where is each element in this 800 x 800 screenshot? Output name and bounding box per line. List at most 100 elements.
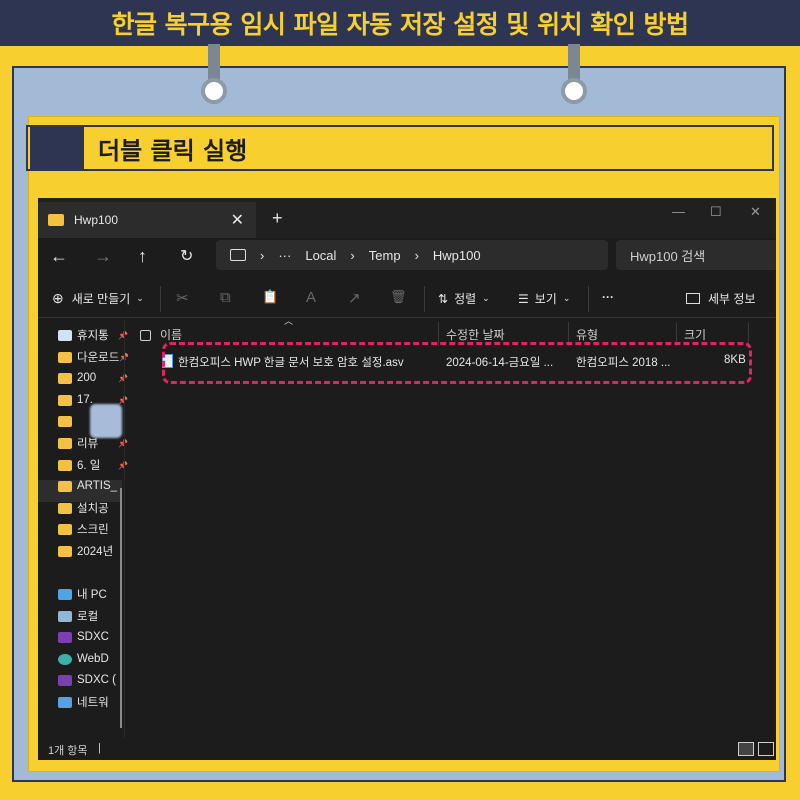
sidebar-item-sdxc[interactable]: SDXC: [58, 628, 128, 646]
column-label: 이름: [160, 327, 183, 342]
tab-hwp100[interactable]: Hwp100 ✕: [38, 202, 256, 238]
recycle-bin-icon: [58, 329, 72, 341]
refresh-button[interactable]: ↻: [180, 246, 193, 266]
column-header-name[interactable]: 이름: [160, 324, 182, 344]
cut-icon[interactable]: ✂: [176, 289, 189, 307]
column-header-type[interactable]: 유형: [576, 324, 598, 344]
rename-icon[interactable]: A: [306, 289, 316, 306]
banner-title: 한글 복구용 임시 파일 자동 저장 설정 및 위치 확인 방법: [111, 10, 689, 39]
copy-icon[interactable]: ⧉: [220, 289, 231, 306]
sidebar-item-artis[interactable]: ARTIS_: [58, 477, 128, 495]
details-pane-icon: [686, 293, 700, 304]
share-icon[interactable]: ↗: [348, 289, 361, 307]
folder-icon: [48, 214, 64, 226]
ring-right-icon: [561, 78, 587, 104]
chevron-down-icon: ⌄: [136, 293, 144, 303]
paste-icon[interactable]: 📋: [262, 289, 278, 305]
folder-icon: [58, 502, 72, 514]
view-icon: ☰: [518, 291, 529, 306]
tab-close-icon[interactable]: ✕: [231, 210, 244, 230]
new-tab-button[interactable]: +: [272, 208, 283, 229]
hook-right: [568, 44, 580, 80]
ring-left-icon: [201, 78, 227, 104]
breadcrumb-local[interactable]: Local: [305, 248, 336, 263]
sidebar-item-this-pc[interactable]: 내 PC: [58, 585, 128, 603]
sidebar-item-install[interactable]: 설치공: [58, 499, 128, 517]
sidebar-scrollbar[interactable]: [120, 488, 122, 728]
folder-icon: [58, 523, 72, 535]
title-bar: Hwp100 ✕ + — ☐ ✕: [38, 198, 776, 238]
folder-icon: [58, 351, 72, 363]
new-button[interactable]: ⊕ 새로 만들기 ⌄: [52, 290, 144, 307]
thumbnail-view-button[interactable]: [758, 742, 774, 756]
sidebar-item-webdav[interactable]: WebD: [58, 650, 128, 668]
breadcrumb-sep: ›: [260, 247, 265, 263]
folder-icon: [58, 480, 72, 492]
sd-card-icon: [58, 631, 72, 643]
webdav-icon: [58, 653, 72, 665]
toolbar-divider: [160, 286, 161, 312]
view-label: 보기: [534, 292, 557, 306]
sort-button[interactable]: ⇅ 정렬 ⌄: [438, 290, 490, 307]
sort-caret-icon: ︿: [284, 316, 294, 326]
address-bar[interactable]: › ··· Local › Temp › Hwp100: [216, 240, 608, 270]
more-options-button[interactable]: ···: [602, 290, 614, 304]
sort-icon: ⇅: [438, 291, 449, 306]
plus-circle-icon: ⊕: [52, 290, 64, 306]
computer-icon: [58, 588, 72, 600]
status-count: 1개 항목: [48, 745, 88, 757]
explorer-window: Hwp100 ✕ + — ☐ ✕ ← → ↑ ↻ › ··· Local › T…: [38, 198, 776, 760]
sidebar-item-label: 다운로드: [77, 352, 120, 364]
breadcrumb-overflow[interactable]: ···: [278, 248, 291, 263]
maximize-button[interactable]: ☐: [710, 204, 722, 220]
sidebar-item-label: 내 PC: [77, 589, 107, 601]
breadcrumb-temp[interactable]: Temp: [369, 248, 401, 263]
chevron-down-icon: ⌄: [562, 293, 571, 303]
view-button[interactable]: ☰ 보기 ⌄: [518, 290, 570, 307]
sidebar-item-label: SDXC: [77, 631, 109, 643]
minimize-button[interactable]: —: [672, 204, 685, 219]
back-button[interactable]: ←: [50, 246, 68, 267]
toolbar-divider: [424, 286, 425, 312]
sidebar-item-screenshots[interactable]: 스크린: [58, 520, 128, 538]
up-button[interactable]: ↑: [138, 246, 147, 267]
sidebar-item-2024[interactable]: 2024년: [58, 542, 128, 560]
hook-left: [208, 44, 220, 80]
breadcrumb-hwp100[interactable]: Hwp100: [433, 248, 481, 263]
sidebar-item-label: 로컬: [77, 611, 99, 623]
search-placeholder: Hwp100 검색: [630, 248, 706, 264]
breadcrumb-sep: ›: [350, 247, 355, 263]
search-input[interactable]: Hwp100 검색: [616, 240, 776, 270]
subheading-marker: [30, 127, 84, 169]
details-view-button[interactable]: [738, 742, 754, 756]
sidebar-item-label: 설치공: [77, 503, 109, 515]
sidebar-item-label: 17.: [77, 394, 93, 406]
status-cursor: |: [98, 742, 101, 754]
subheading-text: 더블 클릭 실행: [98, 136, 248, 165]
pane-divider: [124, 320, 125, 738]
sidebar-item-6[interactable]: 6. 일📌: [58, 456, 128, 474]
sidebar-item-label: 2024년: [77, 546, 114, 558]
column-header-size[interactable]: 크기: [684, 324, 706, 344]
sidebar-item-label: 200: [77, 372, 97, 384]
sidebar-item-recycle[interactable]: 휴지통📌: [58, 326, 128, 344]
delete-icon[interactable]: 🗑: [390, 289, 407, 305]
details-pane-button[interactable]: 세부 정보: [686, 290, 756, 307]
folder-icon: [58, 415, 72, 427]
sidebar-item-network[interactable]: 네트워: [58, 693, 128, 711]
column-header-date[interactable]: 수정한 날짜: [446, 324, 505, 344]
sidebar-item-label: 휴지통: [77, 330, 109, 342]
toolbar-divider: [588, 286, 589, 312]
computer-icon: [230, 249, 246, 261]
chevron-down-icon: ⌄: [482, 293, 490, 303]
window-close-button[interactable]: ✕: [750, 204, 761, 220]
sidebar-item-sdxc-2[interactable]: SDXC (: [58, 671, 128, 689]
sidebar-item-200[interactable]: 200📌: [58, 369, 128, 387]
sidebar-item-downloads[interactable]: 다운로드📌: [58, 348, 128, 366]
sidebar-item-local-disk[interactable]: 로컬: [58, 607, 128, 625]
select-all-checkbox[interactable]: [140, 330, 151, 341]
forward-button[interactable]: →: [94, 246, 112, 267]
folder-icon: [58, 459, 72, 471]
drive-icon: [58, 610, 72, 622]
folder-icon: [58, 394, 72, 406]
